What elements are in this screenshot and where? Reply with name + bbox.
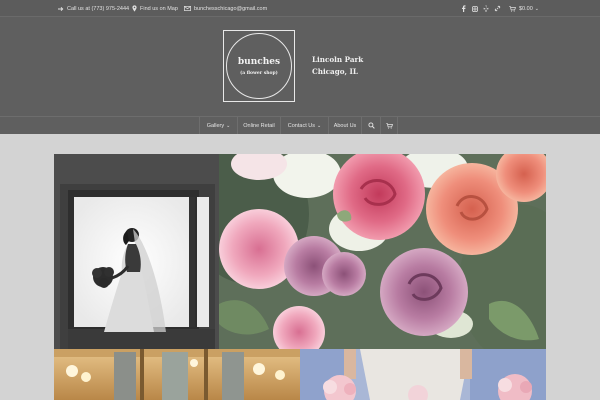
- logo-name: bunches: [237, 56, 281, 67]
- phone-link[interactable]: Call us at (773) 975-2444: [58, 0, 129, 17]
- site-header: bunches (a flower shop) Lincoln Park Chi…: [0, 17, 600, 116]
- nav-label-about-us: About Us: [333, 122, 357, 129]
- location: Lincoln Park Chicago, IL: [312, 54, 363, 78]
- link-link[interactable]: [494, 0, 501, 17]
- arrow-right-icon: [58, 6, 64, 11]
- location-line1: Lincoln Park: [312, 55, 364, 64]
- chandelier-interior-photo[interactable]: [54, 349, 300, 400]
- logo[interactable]: bunches (a flower shop): [223, 30, 295, 102]
- phone-text: Call us at (773) 975-2444: [67, 5, 130, 12]
- search-icon: [367, 122, 375, 129]
- location-line2: Chicago, IL: [312, 67, 358, 76]
- map-pin-icon: [132, 5, 137, 12]
- bride-silhouette-photo[interactable]: [54, 154, 219, 349]
- nav-item-gallery[interactable]: Gallery ⌄: [199, 117, 237, 134]
- facebook-icon: [462, 5, 466, 12]
- nav-label-online-retail: Online Retail: [243, 122, 275, 129]
- search-button[interactable]: [361, 117, 380, 134]
- map-link[interactable]: Find us on Map: [132, 0, 178, 17]
- cart-icon: [385, 122, 393, 129]
- nav-item-contact-us[interactable]: Contact Us ⌄: [280, 117, 328, 134]
- map-text: Find us on Map: [140, 5, 178, 12]
- instagram-icon: [472, 5, 478, 12]
- shopping-cart-icon: [509, 5, 516, 12]
- cart-button[interactable]: [380, 117, 398, 134]
- cart-total: $0.00: [519, 5, 533, 12]
- nav-label-gallery: Gallery: [206, 122, 225, 129]
- yelp-icon: [483, 5, 489, 12]
- nav-item-online-retail[interactable]: Online Retail: [237, 117, 280, 134]
- chevron-down-icon: ⌄: [226, 122, 231, 129]
- facebook-link[interactable]: [461, 0, 466, 17]
- email-link[interactable]: bunchesschicago@gmail.com: [184, 0, 267, 17]
- top-bar: Call us at (773) 975-2444 Find us on Map…: [0, 0, 600, 17]
- rose-bouquet-photo[interactable]: [219, 154, 546, 349]
- instagram-link[interactable]: [472, 0, 478, 17]
- logo-circle: bunches (a flower shop): [226, 33, 292, 99]
- bridesmaids-bouquets-photo[interactable]: [300, 349, 546, 400]
- nav-label-contact-us: Contact Us: [287, 122, 315, 129]
- yelp-link[interactable]: [483, 0, 489, 17]
- envelope-icon: [184, 6, 191, 11]
- main-nav: Gallery ⌄ Online Retail Contact Us ⌄ Abo…: [0, 116, 600, 134]
- chevron-down-icon: ⌄: [317, 122, 322, 129]
- logo-tagline: (a flower shop): [240, 70, 278, 76]
- link-icon: [494, 5, 501, 12]
- nav-item-about-us[interactable]: About Us: [328, 117, 361, 134]
- email-text: bunchesschicago@gmail.com: [194, 5, 268, 12]
- cart-total-link[interactable]: $0.00 ⌄: [509, 0, 539, 17]
- chevron-down-icon: ⌄: [534, 5, 539, 12]
